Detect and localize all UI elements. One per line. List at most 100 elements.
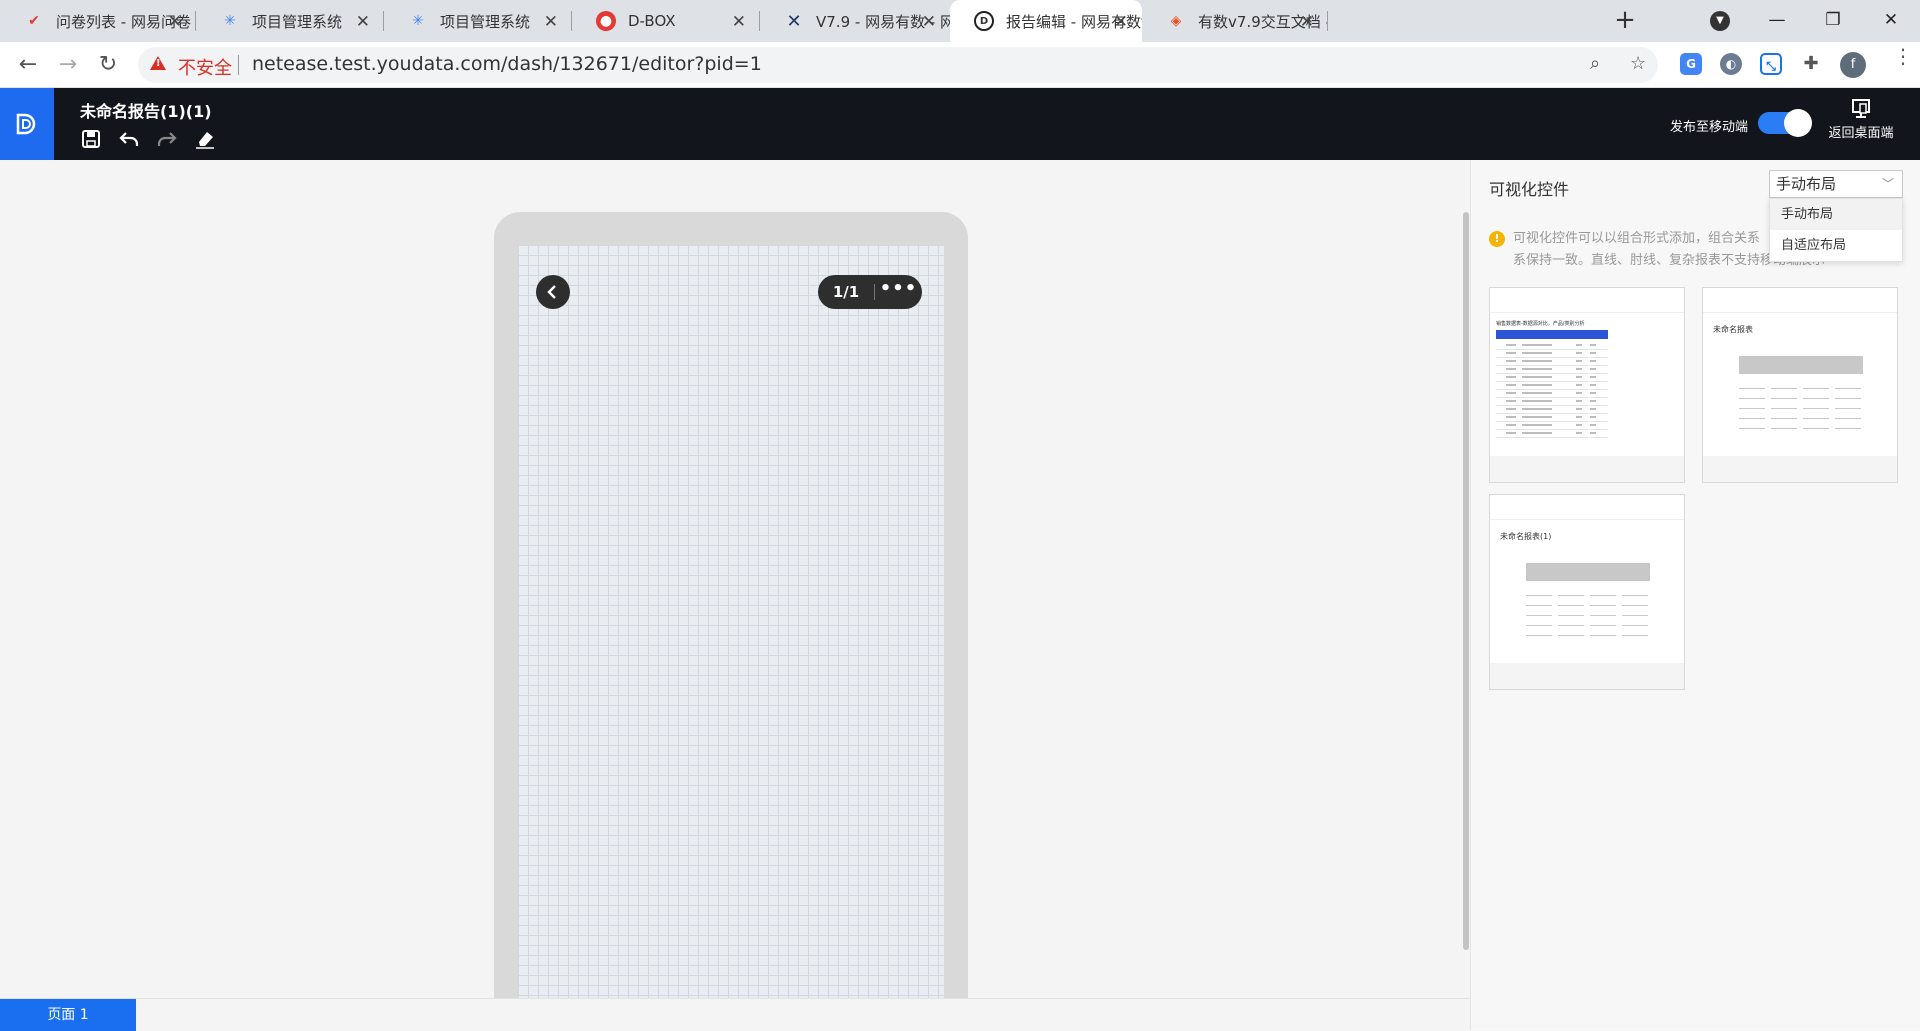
- browser-tab[interactable]: ✔ 问卷列表 - 网易问卷 ✕: [0, 0, 196, 42]
- report-title[interactable]: 未命名报告(1)(1): [80, 98, 212, 122]
- reload-icon[interactable]: ↻: [94, 51, 122, 79]
- forward-arrow-icon[interactable]: →: [54, 51, 82, 79]
- mini-table-cell: [1576, 392, 1582, 394]
- restore-icon[interactable]: ❐: [1808, 0, 1858, 42]
- phone-screen-grid[interactable]: 1/1 •••: [518, 245, 944, 998]
- browser-tab[interactable]: ● D-BOX ✕: [572, 0, 760, 42]
- browser-tab-active[interactable]: D 报告编辑 - 网易有数tc ✕: [950, 0, 1142, 42]
- toggle-knob: [1784, 109, 1812, 137]
- thumb-line: [1771, 428, 1797, 429]
- layout-mode-dropdown: 手动布局 自适应布局: [1769, 198, 1903, 262]
- thumb-line: [1739, 408, 1765, 409]
- mini-table-cell: [1590, 392, 1596, 394]
- minimize-icon[interactable]: —: [1752, 0, 1802, 42]
- thumb-line: [1558, 615, 1584, 616]
- browser-tab[interactable]: ✳ 项目管理系统 ✕: [384, 0, 572, 42]
- page-tab-bar: 页面 1: [0, 998, 1470, 1031]
- url-text[interactable]: netease.test.youdata.com/dash/132671/edi…: [252, 53, 762, 75]
- mini-table-cell: [1590, 376, 1596, 378]
- layout-option-manual[interactable]: 手动布局: [1770, 199, 1902, 230]
- x-logo-icon: ✕: [786, 10, 802, 32]
- bookmark-star-icon[interactable]: ☆: [1630, 53, 1646, 74]
- browser-menu-icon[interactable]: ⋮: [1893, 46, 1913, 66]
- visual-controls-panel: 可视化控件 ! 可视化控件可以以组合形式添加，组合关系 系保持一致。直线、肘线、…: [1470, 160, 1920, 1030]
- undo-icon[interactable]: [118, 128, 140, 150]
- thumb-line: [1622, 595, 1648, 596]
- thumb-line: [1835, 408, 1861, 409]
- browser-tab[interactable]: ◈ 有数v7.9交互文档 – F ✕: [1142, 0, 1328, 42]
- close-icon[interactable]: ✕: [732, 12, 746, 32]
- editor-toolbar: [80, 128, 216, 150]
- insecure-label[interactable]: 不安全: [178, 54, 232, 80]
- mini-table-cell: [1576, 352, 1582, 354]
- close-icon[interactable]: ✕: [544, 12, 558, 32]
- control-thumbnail-report-1[interactable]: 未命名报表(1): [1489, 494, 1685, 690]
- phone-back-button[interactable]: [536, 275, 570, 309]
- thumb-line: [1803, 428, 1829, 429]
- screenshot-icon[interactable]: ⤡: [1760, 53, 1782, 75]
- close-icon[interactable]: ✕: [1300, 12, 1314, 32]
- mini-table-cell: [1506, 360, 1516, 362]
- thumb-line: [1590, 625, 1616, 626]
- return-desktop-label: 返回桌面端: [1828, 126, 1894, 141]
- thumb-line: [1526, 605, 1552, 606]
- thumb-line: [1526, 625, 1552, 626]
- return-desktop-button[interactable]: 返回桌面端: [1824, 98, 1898, 141]
- browser-tab[interactable]: ✕ V7.9 - 网易有数 - 网易 ✕: [760, 0, 950, 42]
- control-thumbnail-table[interactable]: 销售数据表-数据源对比，产品/类别分析: [1489, 287, 1685, 483]
- mini-table-cell: [1506, 408, 1516, 410]
- back-arrow-icon[interactable]: ←: [14, 51, 42, 79]
- translate-icon[interactable]: G: [1680, 53, 1702, 75]
- address-bar[interactable]: 不安全 netease.test.youdata.com/dash/132671…: [138, 47, 1658, 83]
- desktop-icon: [1852, 99, 1870, 118]
- chevron-down-icon: ﹀: [1881, 177, 1894, 191]
- window-close-icon[interactable]: ✕: [1866, 0, 1916, 42]
- thumb-line: [1835, 428, 1861, 429]
- control-thumbnail-report[interactable]: 未命名报表: [1702, 287, 1898, 483]
- network-icon: ✳: [412, 13, 424, 29]
- close-icon[interactable]: ✕: [1114, 12, 1128, 32]
- browser-tab[interactable]: ✳ 项目管理系统 ✕: [196, 0, 384, 42]
- mini-table-cell: [1576, 432, 1582, 434]
- canvas-scrollbar[interactable]: [1463, 212, 1469, 950]
- save-icon[interactable]: [80, 128, 102, 150]
- thumb-line: [1771, 398, 1797, 399]
- app-header: 未命名报告(1)(1) 发布至移动端 返回桌面端: [0, 88, 1920, 160]
- close-icon[interactable]: ✕: [922, 12, 936, 32]
- thumb-line: [1622, 635, 1648, 636]
- page-tab-1[interactable]: 页面 1: [0, 999, 136, 1031]
- mini-table-cell: [1522, 384, 1552, 386]
- puzzle-icon[interactable]: ✚: [1800, 53, 1822, 75]
- profile-avatar[interactable]: f: [1840, 52, 1866, 78]
- thumb-line: [1558, 635, 1584, 636]
- mini-table-cell: [1576, 416, 1582, 418]
- thumb-line: [1771, 408, 1797, 409]
- mini-table-cell: [1576, 344, 1582, 346]
- panel-title: 可视化控件: [1489, 180, 1570, 199]
- mini-table-row: [1496, 389, 1608, 390]
- thumb-line: [1622, 615, 1648, 616]
- thumb-bar: [1526, 563, 1650, 581]
- mini-table-row: [1496, 397, 1608, 398]
- mini-table-row: [1496, 373, 1608, 374]
- zoom-icon[interactable]: ⌕: [1590, 53, 1600, 74]
- layout-option-adaptive[interactable]: 自适应布局: [1770, 230, 1902, 261]
- thumb-line: [1590, 605, 1616, 606]
- close-icon[interactable]: ✕: [168, 12, 182, 32]
- thumb-line: [1622, 625, 1648, 626]
- publish-mobile-toggle[interactable]: [1758, 109, 1812, 137]
- more-icon[interactable]: •••: [875, 280, 922, 300]
- warning-icon[interactable]: [150, 56, 166, 70]
- extension-icon[interactable]: ◐: [1720, 53, 1742, 75]
- tab-search-icon[interactable]: ▼: [1710, 11, 1730, 31]
- eraser-icon[interactable]: [194, 128, 216, 150]
- new-tab-button[interactable]: +: [1610, 6, 1640, 36]
- mini-table-row: [1496, 413, 1608, 414]
- browser-tab-strip: ✔ 问卷列表 - 网易问卷 ✕ ✳ 项目管理系统 ✕ ✳ 项目管理系统 ✕ ● …: [0, 0, 1920, 42]
- close-icon[interactable]: ✕: [356, 12, 370, 32]
- layout-mode-select[interactable]: 手动布局 ﹀: [1769, 170, 1903, 198]
- redo-icon[interactable]: [156, 128, 178, 150]
- page-indicator-pill[interactable]: 1/1 •••: [818, 275, 922, 309]
- app-logo[interactable]: [0, 88, 54, 160]
- phone-frame: 1/1 •••: [494, 212, 968, 998]
